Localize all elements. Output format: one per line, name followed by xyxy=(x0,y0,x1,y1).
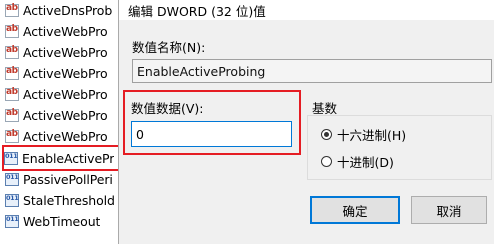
value-data-label: 数值数据(V): xyxy=(131,101,204,116)
list-item[interactable]: ActiveWebPro xyxy=(5,84,123,105)
list-item-label: ActiveWebPro xyxy=(23,129,108,144)
string-value-icon xyxy=(5,3,19,17)
edit-dword-dialog: 编辑 DWORD (32 位)值 数值名称(N): EnableActivePr… xyxy=(118,0,494,244)
ok-button[interactable]: 确定 xyxy=(310,196,400,224)
dword-value-icon xyxy=(5,215,19,228)
radio-hex-label: 十六进制(H) xyxy=(337,128,407,143)
radio-decimal[interactable]: 十进制(D) xyxy=(321,152,394,171)
string-value-icon xyxy=(5,45,19,59)
list-item[interactable]: ActiveWebPro xyxy=(5,21,123,42)
dword-value-icon xyxy=(5,173,19,186)
value-name-text: EnableActiveProbing xyxy=(137,63,266,79)
string-value-icon xyxy=(5,129,19,143)
list-item-label: WebTimeout xyxy=(23,214,101,229)
list-item-label: PassivePollPeri xyxy=(23,172,113,187)
list-item-label: ActiveDnsProb xyxy=(23,3,113,18)
list-item-label: ActiveWebPro xyxy=(23,66,108,81)
list-item-label: ActiveWebPro xyxy=(23,87,108,102)
list-item[interactable]: PassivePollPeri xyxy=(5,169,123,190)
dialog-titlebar[interactable]: 编辑 DWORD (32 位)值 xyxy=(119,0,494,20)
highlight-box xyxy=(2,145,121,171)
dialog-title: 编辑 DWORD (32 位)值 xyxy=(128,4,266,19)
dword-value-icon xyxy=(5,194,19,207)
string-value-icon xyxy=(5,108,19,122)
string-value-icon xyxy=(5,24,19,38)
string-value-icon xyxy=(5,87,19,101)
list-item-label: ActiveWebPro xyxy=(23,45,108,60)
registry-value-list: ActiveDnsProb ActiveWebPro ActiveWebPro … xyxy=(0,0,122,244)
list-item-label: StaleThreshold xyxy=(23,193,115,208)
value-data-input[interactable]: 0 xyxy=(131,121,292,147)
radio-hexadecimal[interactable]: 十六进制(H) xyxy=(321,125,406,144)
list-item[interactable]: ActiveWebPro xyxy=(5,105,123,126)
list-item-label: ActiveWebPro xyxy=(23,108,108,123)
list-item[interactable]: StaleThreshold xyxy=(5,190,123,211)
list-item[interactable]: ActiveWebPro xyxy=(5,63,123,84)
value-data-text: 0 xyxy=(136,126,144,142)
list-item[interactable]: WebTimeout xyxy=(5,211,123,232)
list-item-label: ActiveWebPro xyxy=(23,24,108,39)
radio-unchecked-icon xyxy=(321,156,332,167)
value-name-label: 数值名称(N): xyxy=(132,40,206,55)
cancel-button[interactable]: 取消 xyxy=(411,196,487,224)
radio-checked-icon xyxy=(321,129,332,140)
list-item[interactable]: ActiveDnsProb xyxy=(5,0,123,21)
string-value-icon xyxy=(5,66,19,80)
radio-dec-label: 十进制(D) xyxy=(337,155,394,170)
value-name-field: EnableActiveProbing xyxy=(132,59,492,83)
list-item[interactable]: ActiveWebPro xyxy=(5,42,123,63)
list-item[interactable]: ActiveWebPro xyxy=(5,126,123,147)
